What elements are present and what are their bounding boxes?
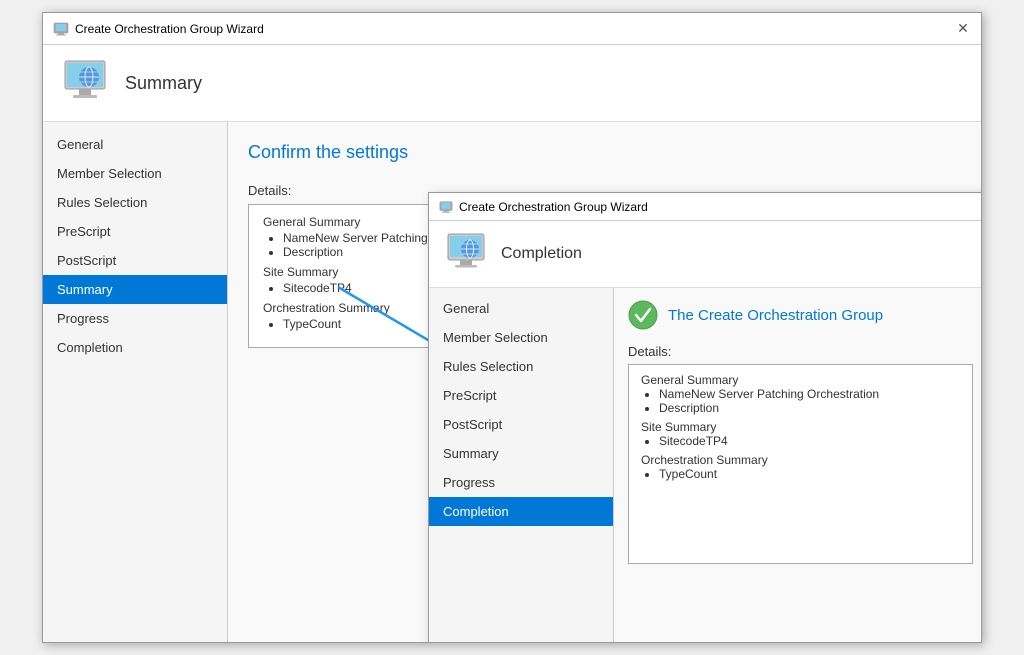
overlay-details-box: General Summary NameNew Server Patching …	[628, 364, 973, 564]
overlay-sidebar-summary[interactable]: Summary	[429, 439, 613, 468]
confirm-title: Confirm the settings	[248, 142, 961, 163]
sidebar-item-completion[interactable]: Completion	[43, 333, 227, 362]
sidebar-item-prescript[interactable]: PreScript	[43, 217, 227, 246]
overlay-general-summary-title: General Summary	[641, 373, 960, 387]
title-bar: Create Orchestration Group Wizard ✕	[43, 13, 981, 45]
overlay-header-icon	[443, 231, 489, 277]
overlay-window: Create Orchestration Group Wizard	[428, 192, 981, 642]
success-header: The Create Orchestration Group	[628, 300, 973, 330]
wizard-header-icon	[59, 57, 111, 109]
overlay-site-summary-list: SitecodeTP4	[659, 434, 960, 448]
overlay-header-title: Completion	[501, 245, 582, 263]
wizard-body: General Member Selection Rules Selection…	[43, 122, 981, 642]
success-title: The Create Orchestration Group	[668, 307, 883, 324]
overlay-sidebar-progress[interactable]: Progress	[429, 468, 613, 497]
overlay-sidebar-rules-selection[interactable]: Rules Selection	[429, 352, 613, 381]
overlay-sidebar: General Member Selection Rules Selection…	[429, 288, 614, 642]
overlay-sidebar-postscript[interactable]: PostScript	[429, 410, 613, 439]
overlay-orchestration-summary-item-0: TypeCount	[659, 467, 960, 481]
wizard-header-title: Summary	[125, 73, 202, 94]
overlay-title-bar: Create Orchestration Group Wizard	[429, 193, 981, 221]
window-title: Create Orchestration Group Wizard	[75, 22, 264, 36]
overlay-site-summary-title: Site Summary	[641, 420, 960, 434]
main-window: Create Orchestration Group Wizard ✕ Summ…	[42, 12, 982, 643]
main-content: Confirm the settings Details: General Su…	[228, 122, 981, 642]
overlay-site-summary-item-0: SitecodeTP4	[659, 434, 960, 448]
sidebar-item-summary[interactable]: Summary	[43, 275, 227, 304]
overlay-window-icon	[439, 200, 453, 214]
overlay-sidebar-member-selection[interactable]: Member Selection	[429, 323, 613, 352]
overlay-sidebar-prescript[interactable]: PreScript	[429, 381, 613, 410]
overlay-sidebar-general[interactable]: General	[429, 294, 613, 323]
overlay-general-summary-item-1: Description	[659, 401, 960, 415]
overlay-sidebar-completion[interactable]: Completion	[429, 497, 613, 526]
overlay-details-label: Details:	[628, 344, 973, 359]
overlay-general-summary-item-0: NameNew Server Patching Orchestration	[659, 387, 960, 401]
window-icon	[53, 21, 69, 37]
success-icon	[628, 300, 658, 330]
overlay-title-text: Create Orchestration Group Wizard	[459, 200, 648, 214]
sidebar: General Member Selection Rules Selection…	[43, 122, 228, 642]
close-button[interactable]: ✕	[955, 21, 971, 37]
overlay-general-summary-list: NameNew Server Patching Orchestration De…	[659, 387, 960, 415]
overlay-header: Completion	[429, 221, 981, 288]
sidebar-item-postscript[interactable]: PostScript	[43, 246, 227, 275]
title-bar-left: Create Orchestration Group Wizard	[53, 21, 264, 37]
sidebar-item-progress[interactable]: Progress	[43, 304, 227, 333]
overlay-orchestration-summary-list: TypeCount	[659, 467, 960, 481]
sidebar-item-member-selection[interactable]: Member Selection	[43, 159, 227, 188]
overlay-body: General Member Selection Rules Selection…	[429, 288, 981, 642]
wizard-header: Summary	[43, 45, 981, 122]
overlay-main: The Create Orchestration Group Details: …	[614, 288, 981, 642]
overlay-orchestration-summary-title: Orchestration Summary	[641, 453, 960, 467]
sidebar-item-general[interactable]: General	[43, 130, 227, 159]
sidebar-item-rules-selection[interactable]: Rules Selection	[43, 188, 227, 217]
overlay-title-left: Create Orchestration Group Wizard	[439, 200, 648, 214]
